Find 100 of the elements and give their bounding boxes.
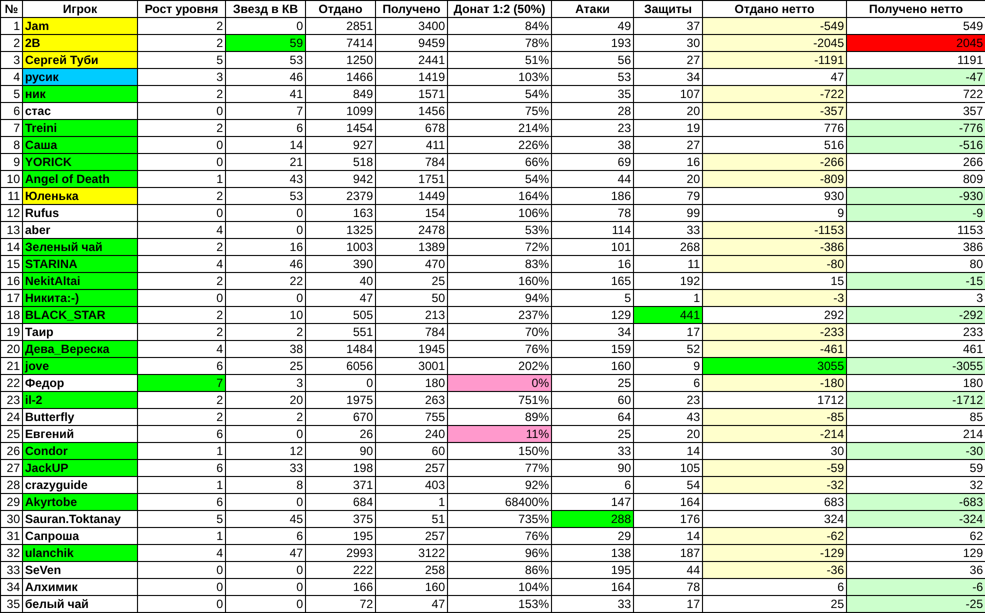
table-cell: -386 [702,238,846,256]
table-cell: 0 [138,136,226,154]
table-cell: 28 [0,476,22,494]
table-cell: 735% [448,510,552,528]
player-name-cell: YORICK [22,154,138,170]
table-cell: 1003 [306,238,376,256]
player-name-cell: ник [22,86,138,102]
table-cell: 34 [634,68,702,86]
table-cell: 96% [448,544,552,562]
table-cell: 4 [138,256,226,272]
table-cell: 0 [138,578,226,596]
table-cell: 195 [552,562,634,578]
table-cell: 3 [138,68,226,86]
table-cell: 776 [702,120,846,136]
table-cell: 6 [226,528,306,544]
table-cell: 25 [226,358,306,374]
table-cell: 1751 [376,170,448,188]
table-cell: 1454 [306,120,376,136]
table-cell: 47 [306,290,376,306]
table-cell: 0 [226,562,306,578]
table-cell: 25 [0,426,22,442]
table-cell: 10 [226,306,306,324]
table-cell: 441 [634,306,702,324]
table-cell: 5 [552,290,634,306]
table-cell: 213 [376,306,448,324]
table-cell: 14 [634,442,702,460]
table-cell: 2 [226,408,306,426]
table-cell: 69 [552,154,634,170]
table-cell: 53% [448,222,552,238]
table-cell: 49 [552,18,634,34]
player-name-cell: Rufus [22,204,138,222]
table-cell: 30 [634,34,702,52]
table-cell: 16 [552,256,634,272]
table-cell: 186 [552,188,634,204]
table-cell: 53 [552,68,634,86]
table-cell: 193 [552,34,634,52]
table-cell: 1325 [306,222,376,238]
table-cell: 79 [634,188,702,204]
table-cell: 375 [306,510,376,528]
table-cell: 288 [552,510,634,528]
table-cell: 20 [226,392,306,408]
table-cell: 105 [634,460,702,476]
table-cell: 44 [634,562,702,578]
table-cell: 150% [448,442,552,460]
table-cell: -3 [702,290,846,306]
table-cell: 25 [552,426,634,442]
table-cell: 51% [448,52,552,68]
table-cell: 14 [634,528,702,544]
table-cell: 1449 [376,188,448,204]
table-cell: 0 [138,562,226,578]
table-cell: 106% [448,204,552,222]
table-cell: 1975 [306,392,376,408]
table-cell: 59 [226,34,306,52]
table-cell: -1712 [846,392,985,408]
player-name-cell: Никита:-) [22,290,138,306]
table-cell: 3 [226,374,306,392]
table-cell: 101 [552,238,634,256]
table-cell: 72% [448,238,552,256]
table-cell: -62 [702,528,846,544]
table-cell: -809 [702,170,846,188]
table-cell: 53 [226,52,306,68]
table-cell: 784 [376,154,448,170]
table-cell: 187 [634,544,702,562]
table-cell: -214 [702,426,846,442]
table-cell: 28 [552,102,634,120]
table-cell: -357 [702,102,846,120]
table-cell: 222 [306,562,376,578]
player-name-cell: NekitAltai [22,272,138,290]
table-cell: 77% [448,460,552,476]
column-header: Защиты [634,0,702,18]
table-cell: 33 [552,442,634,460]
table-cell: -47 [846,68,985,86]
table-cell: 46 [226,68,306,86]
table-cell: -549 [702,18,846,34]
column-header: Звезд в КВ [226,0,306,18]
table-cell: 2 [226,324,306,340]
table-cell: 7 [226,102,306,120]
player-name-cell: STARINA [22,256,138,272]
table-cell: 1571 [376,86,448,102]
table-cell: 1 [138,476,226,494]
table-cell: 31 [0,528,22,544]
table-cell: 6 [634,374,702,392]
table-cell: 37 [634,18,702,34]
table-cell: -1153 [702,222,846,238]
table-cell: 53 [226,188,306,204]
table-cell: 180 [376,374,448,392]
table-cell: 60 [376,442,448,460]
table-cell: 27 [634,52,702,68]
table-cell: 66% [448,154,552,170]
table-cell: 50 [376,290,448,306]
table-cell: 4 [138,340,226,358]
table-cell: 38 [226,340,306,358]
table-cell: -85 [702,408,846,426]
table-cell: 52 [634,340,702,358]
table-cell: -59 [702,460,846,476]
table-cell: 78% [448,34,552,52]
table-cell: 22 [226,272,306,290]
table-cell: 21 [226,154,306,170]
table-cell: 29 [552,528,634,544]
table-cell: 16 [226,238,306,256]
